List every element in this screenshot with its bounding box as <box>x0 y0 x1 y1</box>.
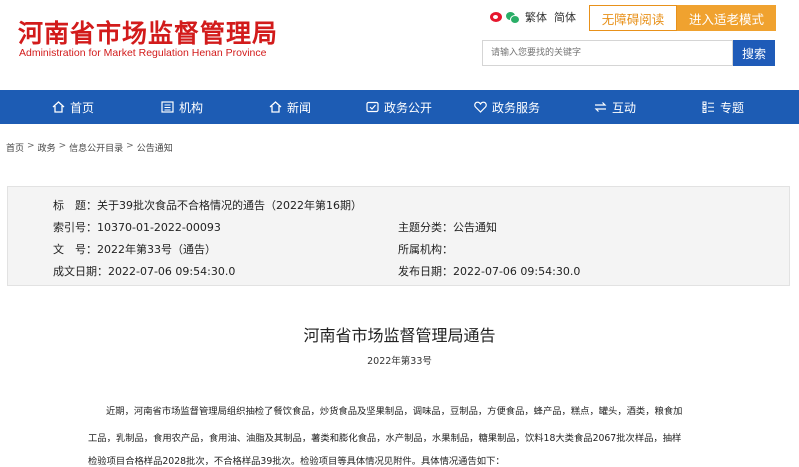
shield-icon <box>366 101 379 113</box>
info-docno-row: 文 号：2022年第33号（通告） <box>53 241 216 257</box>
info-created-row: 成文日期：2022-07-06 09:54:30.0 <box>53 263 235 279</box>
breadcrumb-separator: > <box>58 141 67 151</box>
nav-item-gov-service[interactable]: 政务服务 <box>474 90 540 124</box>
home-icon <box>52 101 65 113</box>
info-created-value: 2022-07-06 09:54:30.0 <box>108 265 236 278</box>
breadcrumb-gov[interactable]: 政务 <box>38 141 56 154</box>
info-category-value: 公告通知 <box>453 221 497 234</box>
search-button[interactable]: 搜索 <box>733 40 775 66</box>
breadcrumb: 首页 > 政务 > 信息公开目录 > 公告通知 <box>6 141 173 154</box>
exchange-icon <box>594 102 607 112</box>
lang-traditional-link[interactable]: 繁体 <box>525 9 547 25</box>
nav-item-gov-open[interactable]: 政务公开 <box>366 90 432 124</box>
list-icon <box>702 101 714 113</box>
nav-item-interaction[interactable]: 互动 <box>594 90 636 124</box>
wechat-icon[interactable] <box>506 12 520 24</box>
info-org-label: 所属机构： <box>398 243 453 256</box>
main-nav: 首页 机构 新闻 政务公开 政务服务 互动 专题 <box>0 90 799 124</box>
nav-label: 机构 <box>179 100 204 115</box>
lang-simplified-link[interactable]: 简体 <box>554 9 576 25</box>
article-heading: 河南省市场监督管理局通告 <box>303 326 496 345</box>
news-icon <box>269 101 282 113</box>
article-number: 2022年第33号 <box>367 356 432 367</box>
heart-icon <box>474 101 487 113</box>
nav-item-news[interactable]: 新闻 <box>269 90 311 124</box>
breadcrumb-separator: > <box>27 141 35 151</box>
article-paragraph-line: 近期，河南省市场监督管理局组织抽检了餐饮食品，炒货食品及坚果制品，调味品，豆制品… <box>106 406 683 417</box>
site-header: 河南省市场监督管理局 Administration for Market Reg… <box>0 0 799 90</box>
info-published-label: 发布日期： <box>398 265 453 278</box>
logo-english: Administration for Market Regulation Hen… <box>19 47 267 59</box>
info-category-label: 主题分类： <box>398 221 453 234</box>
search-input[interactable] <box>482 40 733 66</box>
nav-label: 互动 <box>612 100 637 115</box>
nav-item-topics[interactable]: 专题 <box>702 90 744 124</box>
nav-item-home[interactable]: 首页 <box>52 90 94 124</box>
breadcrumb-separator: > <box>126 141 134 151</box>
accessibility-button[interactable]: 无障碍阅读 <box>589 5 677 31</box>
article-paragraph-line: 工品，乳制品，食用农产品，食用油、油脂及其制品，薯类和膨化食品，水产制品，水果制… <box>88 433 682 444</box>
breadcrumb-catalog[interactable]: 信息公开目录 <box>69 141 123 154</box>
building-icon <box>161 101 174 113</box>
info-published-value: 2022-07-06 09:54:30.0 <box>453 265 581 278</box>
nav-label: 政务服务 <box>492 100 541 115</box>
info-published-row: 发布日期：2022-07-06 09:54:30.0 <box>398 263 580 279</box>
breadcrumb-home[interactable]: 首页 <box>6 141 24 154</box>
document-info-box: 标 题：关于39批次食品不合格情况的通告（2022年第16期） 索引号：1037… <box>7 186 790 286</box>
info-title-label: 标 题： <box>53 199 97 212</box>
elder-mode-button[interactable]: 进入适老模式 <box>677 5 776 31</box>
nav-label: 首页 <box>70 100 95 115</box>
nav-label: 新闻 <box>287 100 312 115</box>
nav-item-org[interactable]: 机构 <box>161 90 203 124</box>
info-category-row: 主题分类：公告通知 <box>398 219 497 235</box>
social-bar: 繁体 简体 <box>490 9 576 25</box>
info-docno-value: 2022年第33号（通告） <box>97 243 216 256</box>
info-docno-label: 文 号： <box>53 243 97 256</box>
article-paragraph-line: 检验项目合格样品2028批次，不合格样品39批次。检验项目等具体情况见附件。具体… <box>88 456 505 467</box>
info-created-label: 成文日期： <box>53 265 108 278</box>
info-index-label: 索引号： <box>53 221 97 234</box>
logo-chinese[interactable]: 河南省市场监督管理局 <box>18 14 278 50</box>
info-title-value: 关于39批次食品不合格情况的通告（2022年第16期） <box>97 199 362 212</box>
info-title-row: 标 题：关于39批次食品不合格情况的通告（2022年第16期） <box>53 197 362 213</box>
breadcrumb-notice[interactable]: 公告通知 <box>137 141 173 154</box>
info-index-row: 索引号：10370-01-2022-00093 <box>53 219 221 235</box>
nav-label: 政务公开 <box>384 100 433 115</box>
nav-label: 专题 <box>720 100 745 115</box>
info-org-row: 所属机构： <box>398 241 453 257</box>
weibo-icon[interactable] <box>490 12 502 22</box>
info-index-value: 10370-01-2022-00093 <box>97 221 221 234</box>
